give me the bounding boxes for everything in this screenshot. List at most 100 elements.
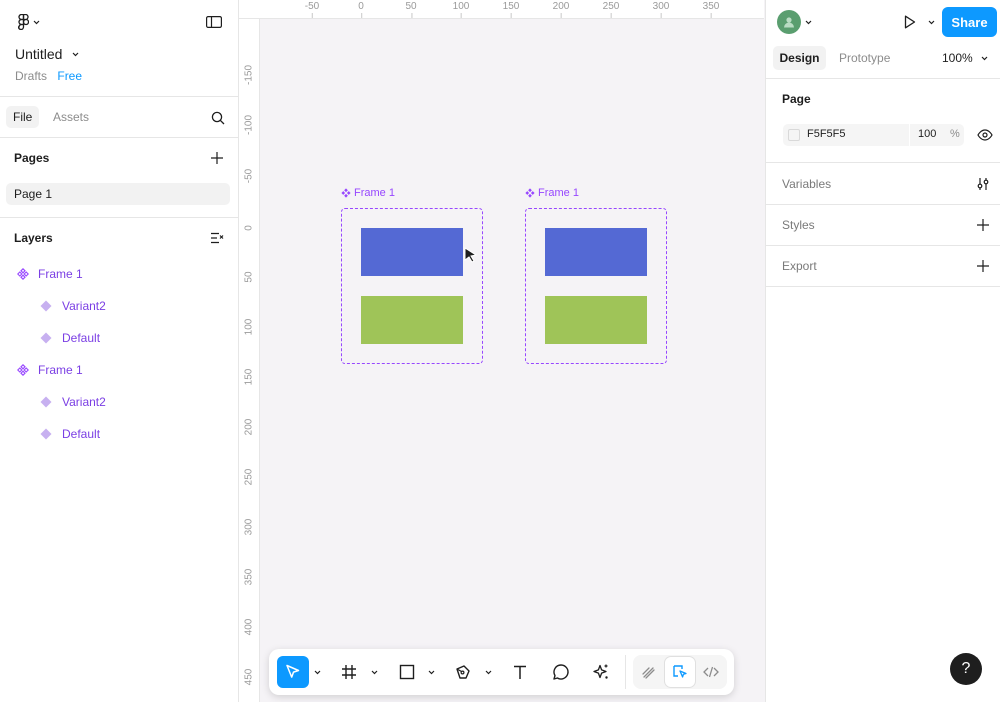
pen-tool-menu-button[interactable] [482, 656, 494, 688]
pen-tool-button[interactable] [447, 656, 479, 688]
tab-design[interactable]: Design [773, 46, 826, 70]
move-tool-button[interactable] [277, 656, 309, 688]
dev-mode-button[interactable] [697, 657, 725, 687]
main-menu-button[interactable] [14, 12, 44, 32]
search-icon [211, 111, 225, 125]
add-style-button[interactable] [975, 217, 991, 233]
share-button[interactable]: Share [942, 7, 997, 37]
zoom-dropdown[interactable]: 100% [942, 46, 988, 70]
ruler-tick: 300 [652, 1, 670, 18]
actions-tool-button[interactable] [585, 656, 617, 688]
export-section-heading[interactable]: Export [782, 259, 817, 273]
tab-prototype[interactable]: Prototype [832, 46, 897, 70]
ruler-tick: -50 [243, 168, 255, 184]
open-variables-button[interactable] [975, 176, 991, 192]
chevron-down-icon [314, 670, 321, 675]
sidebar-icon [206, 16, 222, 28]
collapse-layers-button[interactable] [208, 229, 226, 247]
layer-item[interactable]: Variant2 [0, 386, 238, 418]
ruler-tick: 50 [405, 1, 417, 18]
tab-assets[interactable]: Assets [46, 106, 96, 128]
move-tool-menu-button[interactable] [311, 656, 323, 688]
ruler-tick: 100 [452, 1, 470, 18]
tab-file[interactable]: File [6, 106, 40, 128]
layer-item[interactable]: Default [0, 322, 238, 354]
percent-sign: % [950, 128, 960, 140]
design-mode-button[interactable] [665, 657, 695, 687]
mouse-cursor-icon [464, 247, 478, 263]
default-rectangle[interactable] [545, 296, 647, 344]
variables-section-heading[interactable]: Variables [782, 177, 831, 191]
plus-icon [977, 219, 989, 231]
page-opacity-input[interactable]: 100 [918, 128, 936, 140]
frame-title[interactable]: Frame 1 [525, 187, 579, 199]
ruler-tick: 0 [243, 225, 255, 231]
ruler-tick: 200 [552, 1, 570, 18]
frame-tool-menu-button[interactable] [368, 656, 380, 688]
avatar-menu-button[interactable] [777, 10, 812, 34]
plan-badge[interactable]: Free [57, 69, 82, 83]
ruler-tick: 450 [243, 668, 255, 686]
rectangle-tool-button[interactable] [391, 656, 423, 688]
toolbar-divider [625, 655, 626, 689]
page-section-heading: Page [782, 92, 811, 106]
layer-label: Default [62, 331, 101, 345]
design-mode-icon [672, 664, 688, 680]
file-name: Untitled [15, 46, 63, 62]
frame-title[interactable]: Frame 1 [341, 187, 395, 199]
layer-label: Default [62, 427, 101, 441]
present-button[interactable] [899, 12, 921, 32]
present-menu-button[interactable] [924, 12, 938, 32]
toggle-sidebar-button[interactable] [204, 13, 224, 31]
divider [0, 96, 238, 97]
layer-item[interactable]: Frame 1 [0, 354, 238, 386]
file-location: Drafts Free [15, 69, 82, 83]
page-color-swatch[interactable] [788, 129, 800, 141]
styles-section-heading[interactable]: Styles [782, 218, 815, 232]
variant-rectangle[interactable] [545, 228, 647, 276]
avatar [777, 10, 801, 34]
text-tool-button[interactable] [504, 656, 536, 688]
variant-rectangle[interactable] [361, 228, 463, 276]
page-color-hex-input[interactable]: F5F5F5 [807, 128, 846, 140]
drafts-link[interactable]: Drafts [15, 69, 47, 83]
chevron-down-icon [981, 56, 988, 61]
ruler-tick: 250 [602, 1, 620, 18]
component-set-icon [341, 188, 351, 198]
layer-item[interactable]: Default [0, 418, 238, 450]
text-t-icon [512, 664, 528, 680]
figma-logo-icon [18, 14, 29, 30]
frame-tool-button[interactable] [333, 656, 365, 688]
comment-tool-button[interactable] [545, 656, 577, 688]
add-export-button[interactable] [975, 258, 991, 274]
search-button[interactable] [208, 108, 228, 128]
layer-label: Frame 1 [38, 363, 83, 377]
ruler-tick: -50 [304, 1, 320, 18]
ruler-tick: 50 [243, 271, 255, 283]
toggle-visibility-button[interactable] [976, 126, 994, 144]
layer-item[interactable]: Frame 1 [0, 258, 238, 290]
chevron-down-icon [928, 20, 935, 25]
divider [766, 286, 1000, 287]
layer-label: Frame 1 [38, 267, 83, 281]
vertical-ruler[interactable]: -150 -100 -50 0 50 100 150 200 250 300 3… [239, 0, 260, 702]
add-page-button[interactable] [208, 149, 226, 167]
ruler-tick: -100 [243, 114, 255, 136]
variant-icon [39, 427, 53, 441]
file-name-button[interactable]: Untitled [15, 46, 79, 62]
chevron-down-icon [371, 670, 378, 675]
shape-tool-menu-button[interactable] [425, 656, 437, 688]
draw-mode-button[interactable] [635, 657, 663, 687]
horizontal-ruler[interactable]: -50 0 50 100 150 200 250 300 350 [239, 0, 764, 19]
design-canvas[interactable]: Frame 1 Frame 1 [260, 19, 764, 702]
component-set-frame[interactable] [525, 208, 667, 364]
layer-item[interactable]: Variant2 [0, 290, 238, 322]
help-button[interactable]: ? [950, 653, 982, 685]
page-item-page-1[interactable]: Page 1 [6, 183, 230, 205]
layer-label: Variant2 [62, 299, 106, 313]
variant-icon [39, 299, 53, 313]
component-set-frame[interactable] [341, 208, 483, 364]
divider [766, 78, 1000, 79]
default-rectangle[interactable] [361, 296, 463, 344]
ruler-tick: 100 [243, 318, 255, 336]
